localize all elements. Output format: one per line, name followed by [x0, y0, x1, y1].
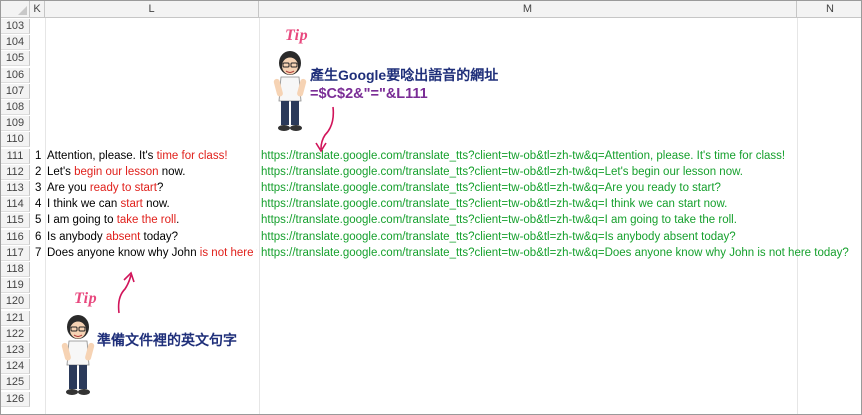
sentence-number: 3: [35, 182, 42, 194]
sentence-text: today?: [140, 230, 179, 243]
formula-text: =$C$2&"="&L111: [310, 86, 428, 102]
sentence-highlight: start: [120, 198, 143, 211]
spreadsheet: K L M N 103 104 105 106 107 108 109 110 111 112 11…: [0, 0, 862, 415]
column-header-k[interactable]: K: [30, 1, 45, 18]
column-header-l[interactable]: L: [45, 1, 259, 18]
row-header[interactable]: 106: [1, 67, 30, 83]
sentence-text: now.: [158, 165, 186, 178]
row-header[interactable]: 111: [1, 148, 30, 164]
sentence-text: I think we can: [47, 198, 121, 211]
sentence-cell[interactable]: 6 Is anybody absent today?: [35, 230, 257, 245]
row-header[interactable]: 122: [1, 326, 30, 342]
gridline: [797, 18, 798, 414]
row-header[interactable]: 114: [1, 197, 30, 213]
boy-avatar-icon: [61, 315, 95, 395]
row-header[interactable]: 115: [1, 213, 30, 229]
sentence-number: 6: [35, 230, 42, 243]
row-header[interactable]: 103: [1, 19, 30, 34]
sentence-text: .: [176, 214, 180, 227]
row-header[interactable]: 116: [1, 229, 30, 245]
sentence-highlight: begin our lesson: [74, 165, 159, 178]
tip-label-bottom: Tip: [74, 290, 98, 307]
row-header[interactable]: 113: [1, 181, 30, 196]
sentence-number: 7: [35, 246, 42, 259]
sentence-highlight: is not here: [199, 246, 254, 259]
row-header[interactable]: 120: [1, 294, 30, 310]
row-header[interactable]: 121: [1, 310, 30, 326]
arrow-up-icon: [117, 271, 135, 314]
gridline: [259, 18, 260, 414]
select-all-corner[interactable]: [1, 1, 30, 18]
sentence-text: Is anybody: [47, 230, 106, 243]
row-header[interactable]: 126: [1, 391, 30, 407]
row-header[interactable]: 117: [1, 245, 30, 261]
row-header[interactable]: 104: [1, 35, 30, 51]
url-cell[interactable]: https://translate.google.com/translate_t…: [261, 213, 737, 228]
sentence-highlight: absent: [105, 230, 141, 243]
url-cell[interactable]: https://translate.google.com/translate_t…: [261, 165, 743, 180]
sentence-cell[interactable]: 2 Let's begin our lesson now.: [35, 165, 257, 180]
row-header[interactable]: 123: [1, 343, 30, 358]
sentence-highlight: time for class!: [156, 149, 228, 162]
row-header[interactable]: 110: [1, 132, 30, 148]
sentence-highlight: take the roll: [116, 214, 177, 227]
tip-note-bottom: 準備文件裡的英文句字: [97, 332, 237, 348]
sentence-cell[interactable]: 3 Are you ready to start?: [35, 181, 257, 196]
sentence-number: 5: [35, 214, 42, 227]
tip-label-top: Tip: [285, 27, 309, 44]
row-header[interactable]: 125: [1, 375, 30, 391]
url-cell[interactable]: https://translate.google.com/translate_t…: [261, 197, 727, 212]
row-header[interactable]: 124: [1, 359, 30, 375]
url-cell[interactable]: https://translate.google.com/translate_t…: [261, 246, 849, 261]
row-header[interactable]: 107: [1, 83, 30, 99]
tip-note-top: 產生Google要唸出語音的網址: [310, 67, 499, 83]
url-cell[interactable]: https://translate.google.com/translate_t…: [261, 230, 736, 245]
sentence-text: t: [254, 247, 258, 259]
row-header[interactable]: 118: [1, 262, 30, 277]
sentence-text: Does anyone know why John: [47, 246, 200, 259]
arrow-down-icon: [315, 106, 335, 153]
row-header[interactable]: 105: [1, 51, 30, 67]
sentence-text: Attention, please. It's: [47, 149, 157, 162]
boy-avatar-icon: [273, 51, 307, 131]
sentence-text: I am going to: [47, 214, 117, 227]
sentence-cell[interactable]: 4 I think we can start now.: [35, 197, 257, 212]
sentence-text: now.: [142, 198, 170, 211]
url-cell[interactable]: https://translate.google.com/translate_t…: [261, 181, 721, 196]
column-header-m[interactable]: M: [259, 1, 797, 18]
sentence-cell[interactable]: 1 Attention, please. It's time for class!: [35, 149, 257, 164]
sentence-number: 1: [35, 149, 42, 162]
sentence-cell[interactable]: 7 Does anyone know why John is not here t: [35, 246, 257, 261]
sentence-highlight: ready to start: [89, 182, 157, 194]
sentence-text: Are you: [47, 182, 90, 194]
row-header[interactable]: 112: [1, 164, 30, 180]
sentence-text: ?: [156, 182, 164, 194]
sentence-number: 4: [35, 198, 42, 211]
sentence-cell[interactable]: 5 I am going to take the roll.: [35, 213, 257, 228]
row-header[interactable]: 109: [1, 116, 30, 132]
sentence-number: 2: [35, 165, 42, 178]
row-header[interactable]: 108: [1, 100, 30, 115]
row-header[interactable]: 119: [1, 278, 30, 294]
column-header-n[interactable]: N: [797, 1, 861, 18]
sentence-text: Let's: [47, 165, 75, 178]
